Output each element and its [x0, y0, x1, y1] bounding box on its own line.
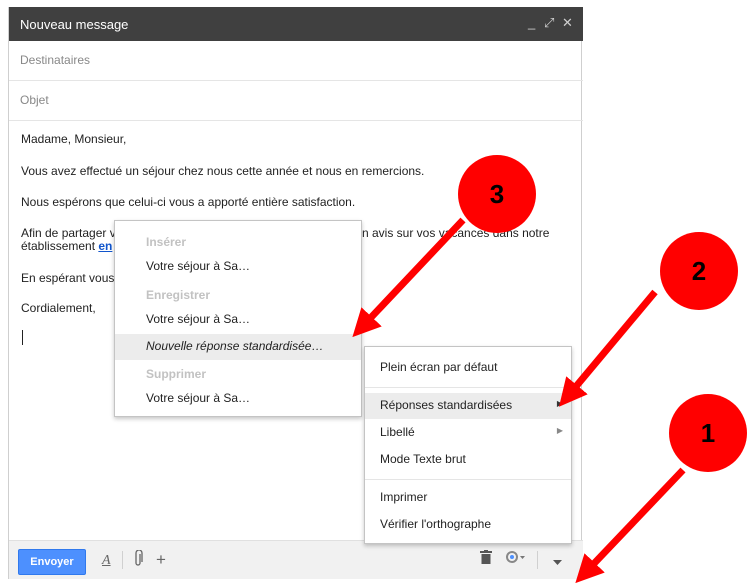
arrow-2 [559, 289, 658, 407]
arrow-3 [352, 217, 466, 338]
annotation-badge-1: 1 [669, 394, 747, 472]
annotation-badge-2: 2 [660, 232, 738, 310]
annotation-arrows [352, 217, 686, 584]
annotation-badge-3: 3 [458, 155, 536, 233]
arrow-1 [575, 467, 686, 584]
